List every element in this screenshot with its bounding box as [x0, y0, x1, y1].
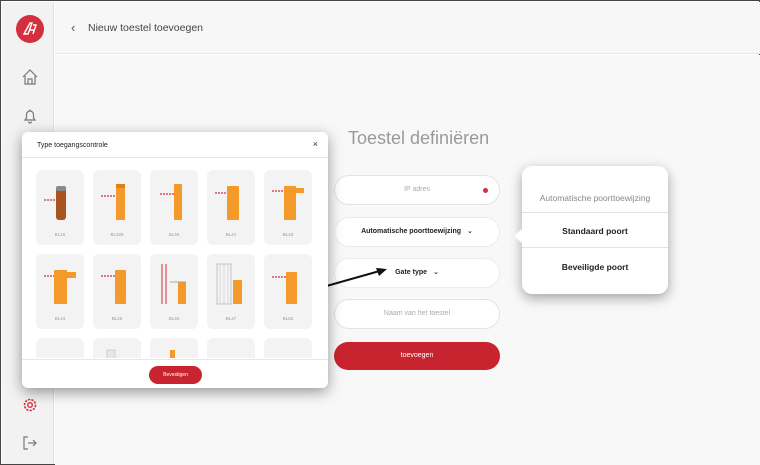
tile-label: BL229 — [110, 232, 124, 237]
barrier-image — [44, 186, 66, 220]
port-assignment-dropdown: Automatische poorttoewijzing Standaard p… — [514, 166, 668, 294]
barrier-tile-bl40[interactable]: BL40 — [150, 170, 198, 245]
tile-label: BL47 — [225, 316, 237, 321]
barrier-tile-bl52[interactable]: BL52 — [264, 254, 312, 329]
chevron-down-icon: ⌄ — [433, 269, 439, 276]
tile-label: BL15 — [54, 232, 66, 237]
barrier-image — [106, 349, 116, 358]
barrier-image — [101, 270, 126, 304]
tile-label: BL43 — [282, 232, 294, 237]
barrier-tile-bl44[interactable]: BL44 — [36, 254, 84, 329]
barrier-tile-bl41[interactable]: BL41 — [207, 170, 255, 245]
add-device-button[interactable]: toevoegen — [334, 342, 500, 370]
dropdown-divider — [522, 212, 668, 213]
port-assignment-select[interactable]: Automatische poorttoewijzing ⌄ — [334, 217, 500, 247]
barrier-type-grid: BL15 BL229 BL40 BL41 BL43 BL44 BL45 BL46… — [36, 170, 316, 358]
barrier-tile[interactable] — [264, 338, 312, 358]
ip-address-field[interactable]: IP adres — [334, 175, 500, 205]
barrier-tile-bl229[interactable]: BL229 — [93, 170, 141, 245]
barrier-tile[interactable] — [36, 338, 84, 358]
barrier-image — [170, 350, 175, 358]
app-window: ‹ Nieuw toestel toevoegen Toestel defini… — [0, 0, 760, 465]
tile-label: BL46 — [168, 316, 180, 321]
chevron-down-icon: ⌄ — [467, 228, 473, 235]
barrier-tile-bl45[interactable]: BL45 — [93, 254, 141, 329]
access-control-type-modal: Type toegangscontrole × BL15 BL229 BL40 … — [22, 132, 328, 388]
tile-label: BL52 — [282, 316, 294, 321]
barrier-tile[interactable] — [207, 338, 255, 358]
barrier-image — [216, 263, 242, 305]
page-heading: Nieuw toestel toevoegen — [88, 22, 203, 34]
bell-icon[interactable] — [20, 106, 40, 126]
barrier-tile-bl43[interactable]: BL43 — [264, 170, 312, 245]
top-header: ‹ Nieuw toestel toevoegen — [55, 2, 760, 54]
home-icon[interactable] — [20, 67, 40, 87]
dropdown-option-auto[interactable]: Automatische poorttoewijzing — [522, 193, 668, 203]
barrier-tile-bl47[interactable]: BL47 — [207, 254, 255, 329]
gate-type-value: Gate type — [395, 269, 428, 276]
tile-label: BL44 — [54, 316, 66, 321]
device-name-field[interactable]: Naam van het toestel — [334, 299, 500, 329]
dropdown-divider — [522, 247, 668, 248]
modal-footer-divider — [22, 359, 328, 360]
close-icon[interactable]: × — [313, 139, 318, 149]
modal-divider — [22, 157, 328, 158]
tile-label: BL41 — [225, 232, 237, 237]
barrier-image — [272, 186, 304, 220]
barrier-image — [272, 346, 304, 358]
chevron-left-icon[interactable]: ‹ — [71, 20, 75, 35]
gear-icon[interactable] — [20, 395, 40, 415]
barrier-image — [272, 272, 297, 304]
annotation-arrow — [322, 268, 387, 288]
confirm-button[interactable]: Bevestigen — [149, 366, 202, 384]
barrier-image — [101, 184, 125, 220]
page-title: Toestel definiëren — [348, 128, 490, 148]
dropdown-option-secure[interactable]: Beveiligde poort — [522, 262, 668, 272]
barrier-tile-bl15[interactable]: BL15 — [36, 170, 84, 245]
barrier-tile-bl46[interactable]: BL46 — [150, 254, 198, 329]
ip-address-placeholder: IP adres — [404, 186, 430, 193]
barrier-image — [44, 270, 76, 304]
modal-title: Type toegangscontrole — [37, 142, 108, 149]
port-assignment-value: Automatische poorttoewijzing — [361, 228, 462, 235]
barrier-tile[interactable] — [150, 338, 198, 358]
barrier-image — [160, 184, 182, 220]
barrier-tile[interactable] — [93, 338, 141, 358]
dropdown-option-standard[interactable]: Standaard poort — [522, 226, 668, 236]
required-dot-icon — [483, 188, 488, 193]
tile-label: BL45 — [111, 316, 123, 321]
app-logo[interactable] — [16, 15, 44, 43]
barrier-image — [161, 264, 186, 304]
logout-icon[interactable] — [20, 433, 40, 453]
barrier-image — [215, 186, 239, 220]
barrier-image — [44, 346, 76, 358]
device-name-placeholder: Naam van het toestel — [383, 310, 451, 317]
tile-label: BL40 — [168, 232, 180, 237]
barrier-image — [215, 346, 247, 358]
